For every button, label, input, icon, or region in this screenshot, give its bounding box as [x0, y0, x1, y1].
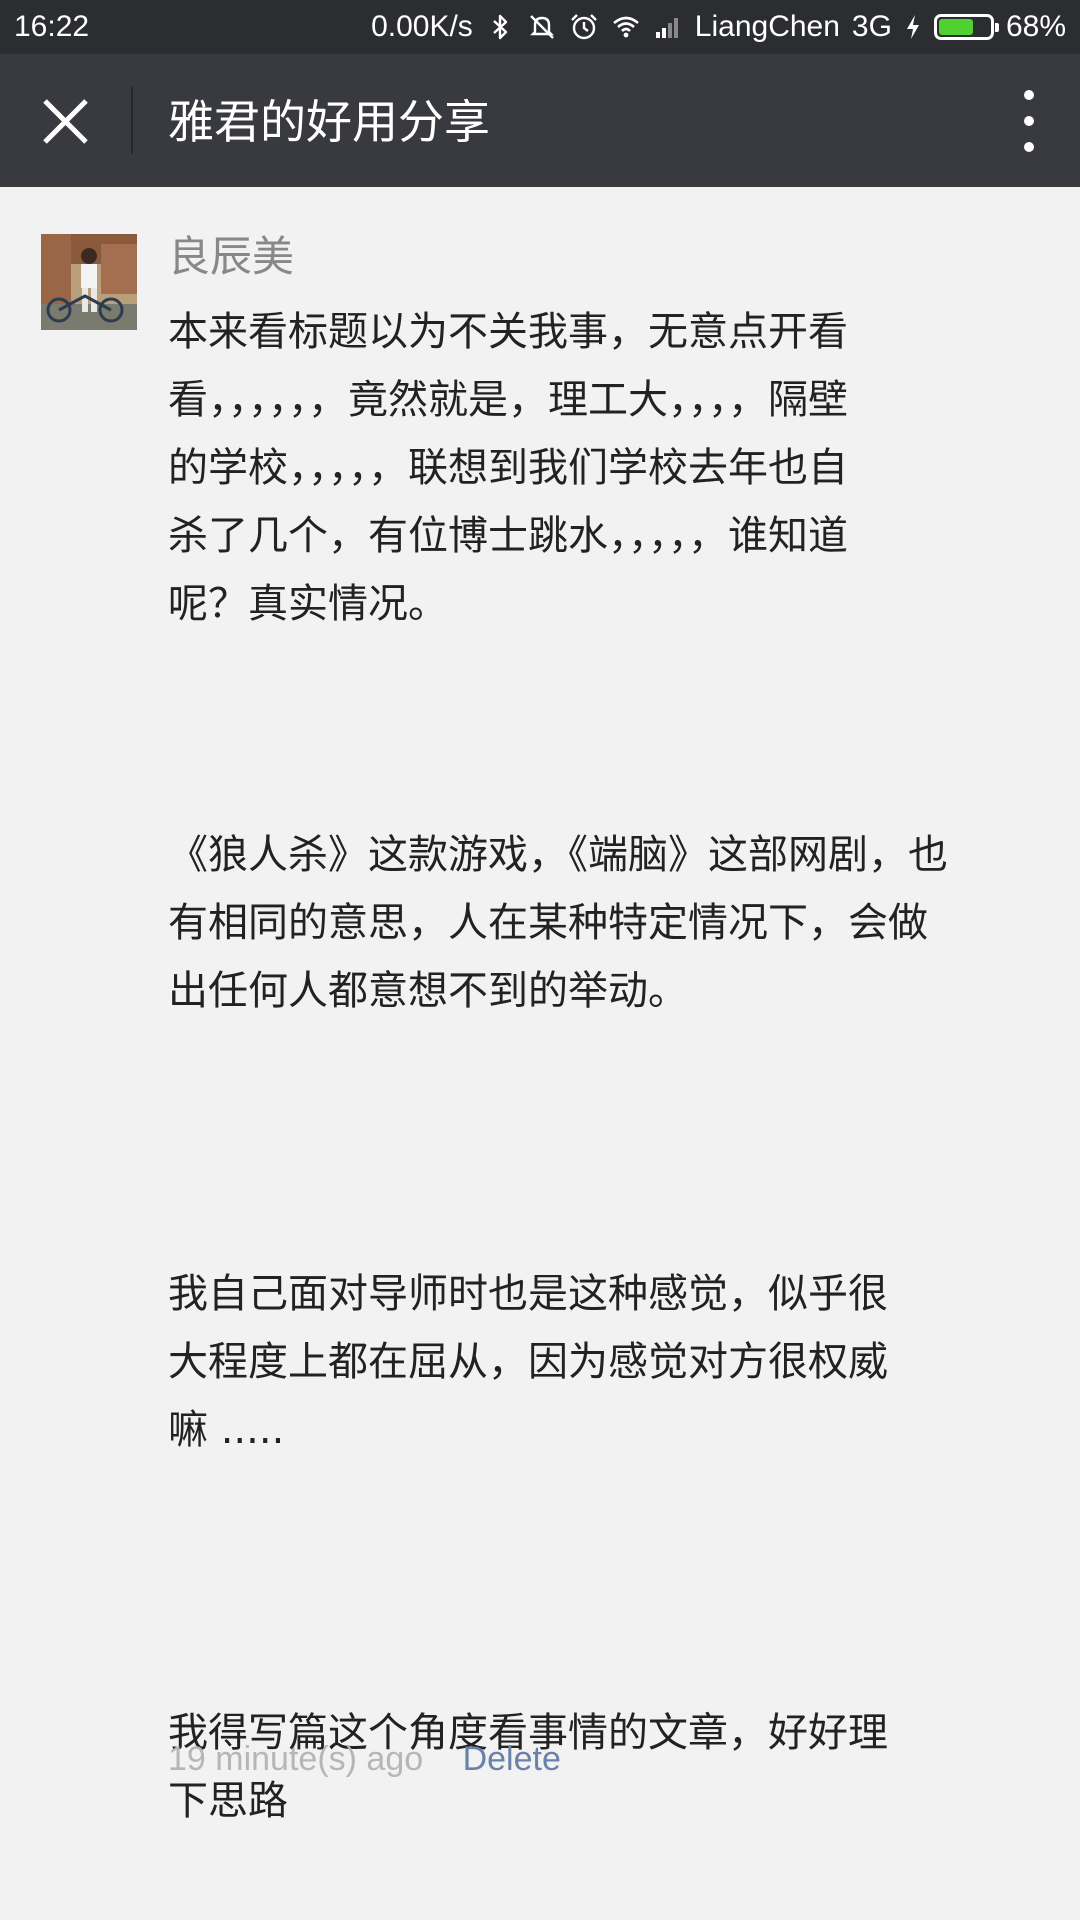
more-vertical-icon	[1024, 90, 1034, 100]
more-options-button[interactable]	[1014, 90, 1044, 152]
carrier-name: LiangChen	[694, 10, 840, 43]
network-speed: 0.00K/s	[371, 10, 473, 43]
avatar[interactable]	[41, 234, 137, 330]
page-title: 雅君的好用分享	[168, 95, 490, 149]
network-type: 3G	[851, 10, 892, 43]
more-dot	[1024, 116, 1034, 126]
mute-icon	[527, 12, 557, 42]
comment-body: 本来看标题以为不关我事，无意点开看 看，，，，，，竟然就是，理工大，，，，隔壁 …	[168, 298, 1038, 1835]
comment-paragraph: 《狼人杀》这款游戏，《端脑》这部网剧，也 有相同的意思，人在某种特定情况下，会做…	[168, 832, 948, 1014]
status-indicators: 0.00K/s LiangChen 3G 68%	[359, 10, 1066, 44]
comment-paragraph: 我自己面对导师时也是这种感觉，似乎很 大程度上都在屈从，因为感觉对方很权威 嘛 …	[168, 1271, 888, 1453]
close-button[interactable]	[38, 94, 93, 149]
charging-icon	[904, 12, 922, 42]
battery-icon	[933, 14, 999, 40]
battery-percent: 68%	[1005, 10, 1066, 43]
title-bar: 雅君的好用分享	[0, 54, 1080, 187]
status-time: 16:22	[14, 10, 90, 43]
battery-level-fill	[938, 19, 973, 35]
more-dot	[1024, 142, 1034, 152]
alarm-icon	[569, 12, 599, 42]
comment-author[interactable]: 良辰美	[168, 228, 294, 286]
title-divider	[131, 87, 133, 154]
wifi-icon	[611, 12, 641, 42]
bluetooth-icon	[485, 12, 515, 42]
close-icon	[43, 99, 88, 144]
avatar-photo	[41, 234, 137, 330]
comment-meta: 19 minute(s) ago Delete	[168, 1735, 561, 1783]
comment-timestamp: 19 minute(s) ago	[168, 1740, 424, 1778]
status-bar: 16:22 0.00K/s LiangChen 3G 68%	[0, 0, 1080, 54]
signal-icon	[653, 12, 683, 42]
delete-button[interactable]: Delete	[463, 1740, 561, 1778]
comment-paragraph: 本来看标题以为不关我事，无意点开看 看，，，，，，竟然就是，理工大，，，，隔壁 …	[168, 309, 848, 627]
